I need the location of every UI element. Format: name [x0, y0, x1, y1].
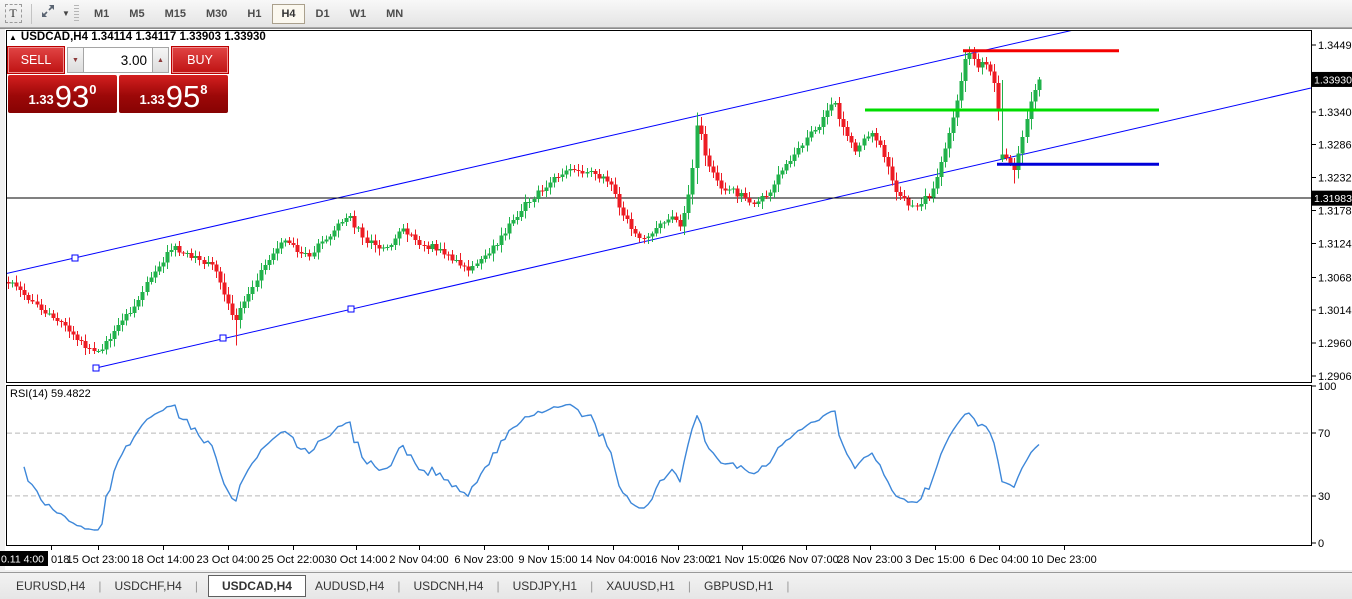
tab-separator: | — [98, 579, 102, 593]
timeframe-button-H4[interactable]: H4 — [272, 3, 305, 24]
toolbar-grip-handle[interactable] — [74, 4, 79, 23]
svg-text:1.31240: 1.31240 — [1318, 238, 1352, 250]
svg-text:28 Nov 23:00: 28 Nov 23:00 — [837, 554, 902, 566]
svg-text:23 Oct 04:00: 23 Oct 04:00 — [197, 554, 260, 566]
timeframe-toolbar: M1 M5 M15 M30 H1 H4 D1 W1 MN — [85, 3, 414, 24]
tab-eurusd-h4[interactable]: EURUSD,H4 — [10, 576, 91, 596]
timeframe-button-W1[interactable]: W1 — [341, 4, 376, 24]
text-label-tool-button[interactable]: T — [3, 3, 23, 25]
svg-text:0: 0 — [1318, 538, 1324, 550]
tab-xauusd-h1[interactable]: XAUUSD,H1 — [600, 576, 681, 596]
tab-audusd-h4[interactable]: AUDUSD,H4 — [309, 576, 390, 596]
tab-separator: | — [496, 579, 500, 593]
svg-text:1.34495: 1.34495 — [1318, 40, 1352, 52]
svg-text:0.11 4:00: 0.11 4:00 — [1, 554, 44, 566]
sell-price-sup: 0 — [89, 82, 97, 97]
tab-separator: | — [397, 579, 401, 593]
buy-price-sup: 8 — [200, 82, 208, 97]
svg-text:6 Dec 04:00: 6 Dec 04:00 — [969, 554, 1028, 566]
timeframe-button-M30[interactable]: M30 — [197, 4, 236, 24]
collapse-triangle-icon[interactable]: ▲ — [9, 33, 17, 42]
chart-tabs-bar: EURUSD,H4 | USDCHF,H4 | USDCAD,H4 AUDUSD,H4 | U… — [0, 572, 1352, 599]
volume-control: ▼ 3.00 ▲ — [67, 47, 169, 73]
svg-text:1.32860: 1.32860 — [1318, 140, 1352, 152]
channel-lower-handle[interactable] — [92, 364, 100, 372]
svg-text:1.30685: 1.30685 — [1318, 272, 1352, 284]
timeframe-button-MN[interactable]: MN — [377, 4, 412, 24]
sell-button[interactable]: SELL — [7, 46, 65, 74]
svg-text:30 Oct 14:00: 30 Oct 14:00 — [325, 554, 388, 566]
svg-text:1.32320: 1.32320 — [1318, 173, 1352, 185]
one-click-trading-panel: SELL ▼ 3.00 ▲ BUY 1.33 93 0 1.33 95 8 — [7, 46, 229, 113]
channel-upper-handle[interactable] — [71, 254, 79, 262]
tab-separator: | — [590, 579, 594, 593]
tab-usdchf-h4[interactable]: USDCHF,H4 — [108, 576, 187, 596]
arrows-tool-button[interactable] — [36, 3, 60, 25]
volume-increase-button[interactable]: ▲ — [152, 47, 169, 73]
svg-text:6 Nov 23:00: 6 Nov 23:00 — [454, 554, 513, 566]
svg-text:18 Oct 14:00: 18 Oct 14:00 — [132, 554, 195, 566]
svg-text:2 Nov 04:00: 2 Nov 04:00 — [389, 554, 448, 566]
timeframe-button-M5[interactable]: M5 — [120, 4, 153, 24]
sell-price-box[interactable]: 1.33 93 0 — [8, 75, 117, 113]
tab-separator: | — [786, 579, 790, 593]
volume-input[interactable]: 3.00 — [84, 47, 152, 73]
arrows-icon — [40, 3, 56, 24]
top-toolbar: T ▼ M1 M5 M15 M30 H1 H4 D1 W1 MN — [0, 0, 1352, 28]
svg-text:9 Nov 15:00: 9 Nov 15:00 — [518, 554, 577, 566]
svg-text:1.29605: 1.29605 — [1318, 338, 1352, 350]
text-tool-icon: T — [4, 4, 22, 23]
svg-text:16 Nov 23:00: 16 Nov 23:00 — [645, 554, 710, 566]
tab-usdcnh-h4[interactable]: USDCNH,H4 — [407, 576, 489, 596]
buy-button[interactable]: BUY — [171, 46, 229, 74]
title-ohlc: 1.34114 1.34117 1.33903 1.33930 — [91, 31, 266, 43]
svg-text:1.33930: 1.33930 — [1314, 74, 1352, 86]
channel-lower-handle[interactable] — [219, 334, 227, 342]
svg-text:1.31983: 1.31983 — [1314, 193, 1352, 205]
svg-text:1.30145: 1.30145 — [1318, 305, 1352, 317]
tab-gbpusd-h1[interactable]: GBPUSD,H1 — [698, 576, 779, 596]
svg-text:1.33400: 1.33400 — [1318, 107, 1352, 119]
chart-symbol-title: ▲ USDCAD,H4 1.34114 1.34117 1.33903 1.33… — [9, 31, 266, 43]
svg-text:30: 30 — [1318, 491, 1330, 503]
svg-text:15 Oct 23:00: 15 Oct 23:00 — [67, 554, 130, 566]
svg-text:3 Dec 15:00: 3 Dec 15:00 — [905, 554, 964, 566]
tab-separator: | — [194, 579, 198, 593]
buy-price-big: 95 — [165, 78, 201, 114]
sell-price-prefix: 1.33 — [28, 92, 54, 107]
toolbar-separator — [31, 3, 32, 24]
svg-text:10 Dec 23:00: 10 Dec 23:00 — [1031, 554, 1096, 566]
svg-text:70: 70 — [1318, 428, 1330, 440]
svg-text:1.31780: 1.31780 — [1318, 206, 1352, 218]
buy-price-box[interactable]: 1.33 95 8 — [119, 75, 228, 113]
tab-separator: | — [687, 579, 692, 593]
svg-text:21 Nov 15:00: 21 Nov 15:00 — [709, 554, 774, 566]
svg-text:26 Nov 07:00: 26 Nov 07:00 — [773, 554, 838, 566]
arrows-dropdown-caret[interactable]: ▼ — [60, 3, 72, 25]
timeframe-button-H1[interactable]: H1 — [238, 4, 270, 24]
svg-text:25 Oct 22:00: 25 Oct 22:00 — [262, 554, 325, 566]
timeframe-button-M1[interactable]: M1 — [85, 4, 118, 24]
sell-price-big: 93 — [54, 78, 90, 114]
channel-lower-handle[interactable] — [347, 305, 355, 313]
svg-text:14 Nov 04:00: 14 Nov 04:00 — [580, 554, 645, 566]
volume-decrease-button[interactable]: ▼ — [67, 47, 84, 73]
buy-price-prefix: 1.33 — [139, 92, 165, 107]
title-symbol: USDCAD,H4 — [20, 31, 89, 43]
tab-usdcad-h4[interactable]: USDCAD,H4 — [207, 575, 306, 597]
tab-usdjpy-h1[interactable]: USDJPY,H1 — [507, 576, 583, 596]
rsi-panel-frame — [6, 385, 1312, 546]
rsi-indicator-label: RSI(14) 59.4822 — [10, 388, 91, 400]
timeframe-button-D1[interactable]: D1 — [307, 4, 339, 24]
svg-text:100: 100 — [1318, 381, 1336, 393]
timeframe-button-M15[interactable]: M15 — [156, 4, 195, 24]
